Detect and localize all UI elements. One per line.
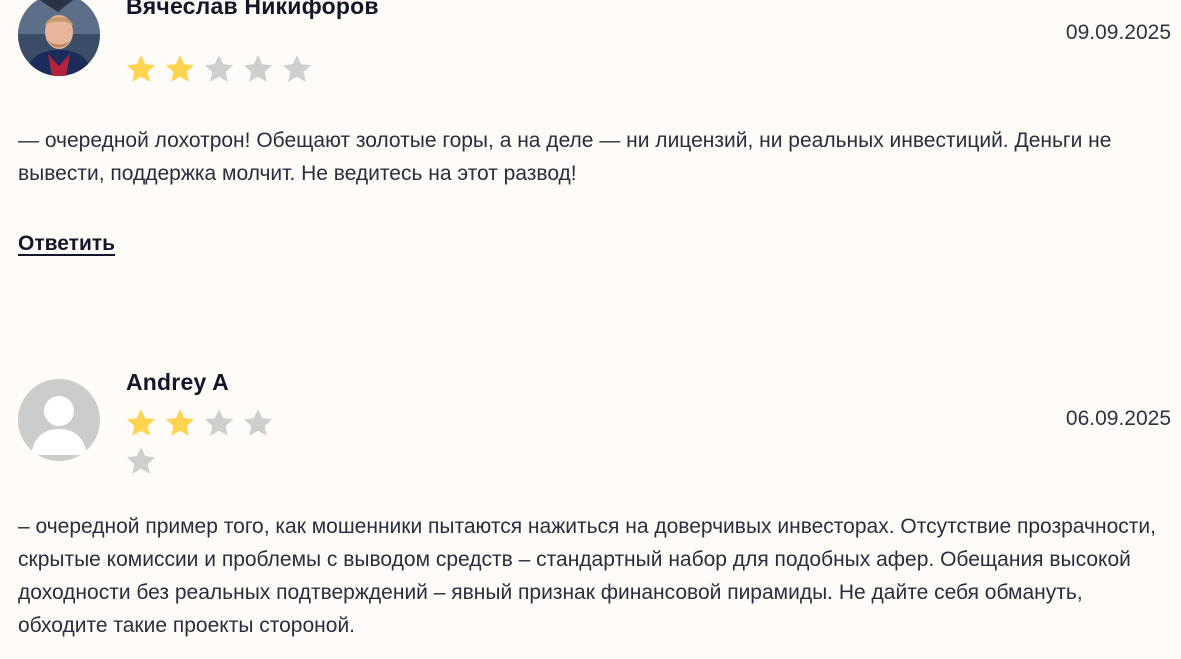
avatar — [18, 0, 100, 76]
review-item: Вячеслав Никифоров 09.09.2025 — очередно… — [18, 0, 1171, 279]
star-empty-icon — [280, 52, 314, 86]
review-text: — очередной лохотрон! Обещают золотые го… — [18, 129, 1112, 185]
star-filled-icon — [124, 406, 158, 440]
review-item: Andrey A 06.09.2025 – очередной пример т… — [18, 366, 1171, 659]
star-empty-icon — [202, 406, 236, 440]
review-text: – очередной пример того, как мошенники п… — [18, 515, 1156, 637]
rating-stars — [124, 52, 324, 86]
author-name: Вячеслав Никифоров — [126, 0, 379, 19]
avatar — [18, 379, 100, 461]
review-date: 06.09.2025 — [1065, 407, 1171, 430]
star-filled-icon — [163, 52, 197, 86]
star-filled-icon — [163, 406, 197, 440]
star-empty-icon — [241, 52, 275, 86]
user-photo — [18, 0, 100, 76]
rating-stars — [124, 406, 284, 478]
reply-link[interactable]: Ответить — [18, 232, 115, 256]
star-empty-icon — [202, 52, 236, 86]
default-user-icon — [18, 379, 100, 461]
review-date: 09.09.2025 — [1065, 21, 1171, 44]
star-empty-icon — [241, 406, 275, 440]
author-name: Andrey A — [126, 369, 229, 395]
reviews-page: Вячеслав Никифоров 09.09.2025 — очередно… — [0, 0, 1181, 659]
star-empty-icon — [124, 444, 158, 478]
star-filled-icon — [124, 52, 158, 86]
